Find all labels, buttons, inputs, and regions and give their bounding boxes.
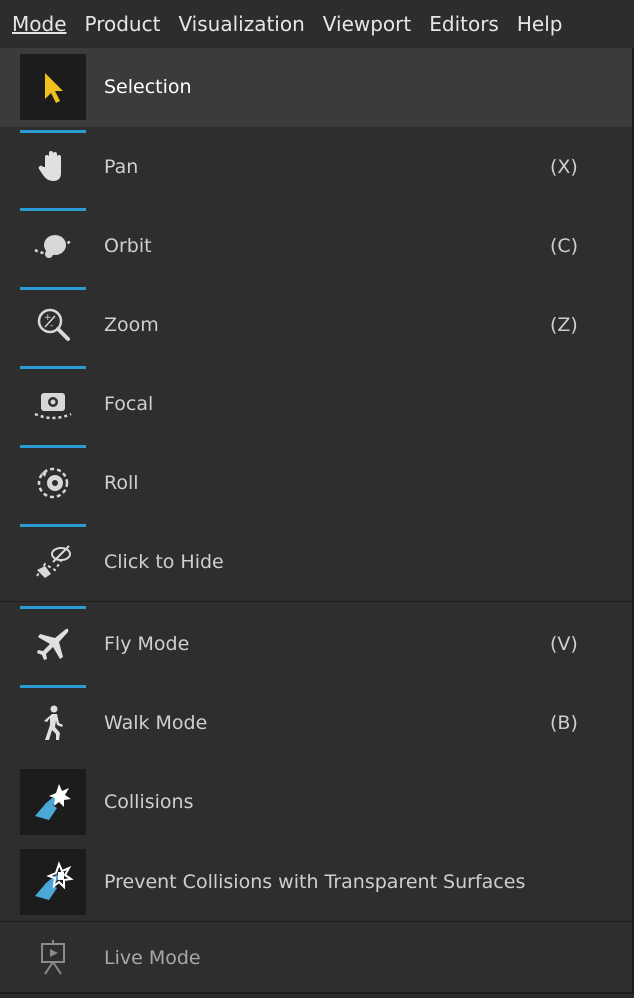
menu-item-click-to-hide[interactable]: Click to Hide: [0, 523, 632, 602]
menu-item-collisions[interactable]: Collisions: [0, 763, 632, 842]
menu-item-label: Live Mode: [104, 947, 201, 969]
click-to-hide-icon: [20, 529, 86, 595]
menu-item-label: Prevent Collisions with Transparent Surf…: [104, 871, 526, 893]
shortcut-label: (X): [550, 156, 578, 178]
shortcut-label: (C): [550, 235, 579, 257]
menu-item-focal[interactable]: Focal: [0, 365, 632, 444]
menu-item-label: Pan: [104, 156, 139, 178]
menu-item-label: Collisions: [104, 791, 194, 813]
menu-separator: [0, 601, 632, 602]
menu-item-zoom[interactable]: + - Zoom (Z): [0, 286, 632, 365]
transparent-collision-icon: [20, 849, 86, 915]
walking-person-icon: [20, 690, 86, 756]
airplane-icon: [20, 611, 86, 677]
roll-icon: [20, 450, 86, 516]
hand-icon: [20, 134, 86, 200]
shortcut-label: (B): [550, 712, 578, 734]
menu-viewport[interactable]: Viewport: [314, 12, 420, 36]
menu-item-label: Focal: [104, 393, 154, 415]
menu-product[interactable]: Product: [76, 12, 170, 36]
zoom-icon: + -: [20, 292, 86, 358]
menu-item-orbit[interactable]: Orbit (C): [0, 207, 632, 286]
menu-item-label: Walk Mode: [104, 712, 208, 734]
shortcut-label: (V): [550, 633, 578, 655]
menu-item-label: Zoom: [104, 314, 159, 336]
mode-dropdown-menu: Selection Pan (X) Orbit (C) + - Zoom (Z)…: [0, 48, 634, 994]
menu-item-roll[interactable]: Roll: [0, 444, 632, 523]
menu-item-live-mode[interactable]: Live Mode: [0, 919, 632, 998]
menu-item-fly-mode[interactable]: Fly Mode (V): [0, 605, 632, 684]
collision-icon: [20, 769, 86, 835]
presentation-icon: [20, 925, 86, 991]
menu-bar: Mode Product Visualization Viewport Edit…: [0, 0, 634, 48]
menu-item-label: Roll: [104, 472, 139, 494]
svg-text:-: -: [50, 321, 53, 331]
orbit-icon: [20, 213, 86, 279]
menu-editors[interactable]: Editors: [420, 12, 508, 36]
menu-item-pan[interactable]: Pan (X): [0, 128, 632, 207]
menu-item-label: Click to Hide: [104, 551, 224, 573]
menu-item-prevent-collisions-transparent[interactable]: Prevent Collisions with Transparent Surf…: [0, 843, 632, 922]
menu-help[interactable]: Help: [508, 12, 572, 36]
menu-item-selection[interactable]: Selection: [0, 48, 632, 127]
menu-item-label: Fly Mode: [104, 633, 190, 655]
menu-visualization[interactable]: Visualization: [169, 12, 313, 36]
shortcut-label: (Z): [550, 314, 578, 336]
menu-item-label: Selection: [104, 76, 192, 98]
menu-mode[interactable]: Mode: [4, 12, 76, 36]
menu-item-walk-mode[interactable]: Walk Mode (B): [0, 684, 632, 763]
camera-icon: [20, 371, 86, 437]
cursor-icon: [20, 54, 86, 120]
menu-item-label: Orbit: [104, 235, 152, 257]
